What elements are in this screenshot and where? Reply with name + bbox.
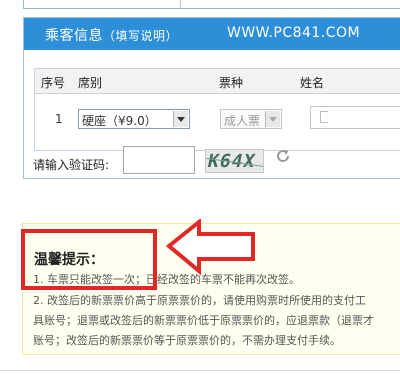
seat-select[interactable]: 硬座（¥9.0）	[78, 109, 190, 129]
captcha-image[interactable]: K64X	[205, 149, 264, 173]
panel-title-text: 乘客信息	[45, 28, 103, 44]
chevron-down-icon[interactable]	[173, 111, 188, 127]
passenger-name-input[interactable]	[310, 106, 400, 129]
fill-instructions-link[interactable]: （填写说明）	[103, 29, 178, 43]
divider	[23, 0, 24, 8]
tip-line: 账号；改签后的新票票价等于原票票价的，不需办理支付手续。	[33, 334, 341, 347]
col-name: 姓名	[300, 76, 325, 90]
tip-line: 2. 改签后的新票票价高于原票票价的，请使用购票时所使用的支付工	[33, 294, 366, 307]
panel-title: 乘客信息（填写说明）	[45, 25, 178, 45]
divider	[180, 0, 181, 8]
row-index: 1	[55, 112, 63, 126]
table-header: 序号 席别 票种 姓名	[35, 69, 400, 94]
panel-header: 乘客信息（填写说明） WWW.PC841.COM	[24, 18, 400, 50]
seat-select-value: 硬座（¥9.0）	[82, 114, 157, 128]
divider	[0, 370, 400, 371]
refresh-icon[interactable]	[275, 148, 291, 164]
divider	[23, 8, 400, 9]
col-ticket-type: 票种	[219, 76, 244, 90]
passenger-table: 序号 席别 票种 姓名 1 硬座（¥9.0） 成人票	[34, 68, 400, 151]
top-remnant	[0, 0, 400, 14]
col-seat: 席别	[78, 76, 103, 90]
tip-line: 具账号；退票或改签后的新票票价低于原票票价的，应退票款（退票才	[33, 314, 374, 327]
annotation-highlight-box	[21, 229, 157, 290]
chevron-down-icon[interactable]	[265, 111, 280, 127]
passenger-info-panel: 乘客信息（填写说明） WWW.PC841.COM 序号 席别 票种 姓名 1 硬…	[23, 17, 400, 179]
site-watermark: WWW.PC841.COM	[227, 25, 361, 41]
captcha-label: 请输入验证码:	[33, 158, 110, 172]
name-input-placeholder-mark	[320, 111, 328, 123]
col-index: 序号	[41, 76, 66, 90]
ticket-type-select[interactable]: 成人票	[220, 109, 282, 129]
ticket-type-value: 成人票	[224, 114, 261, 128]
table-row: 1 硬座（¥9.0） 成人票	[35, 94, 400, 151]
captcha-input[interactable]	[123, 146, 195, 174]
annotation-arrow-icon	[165, 219, 255, 275]
